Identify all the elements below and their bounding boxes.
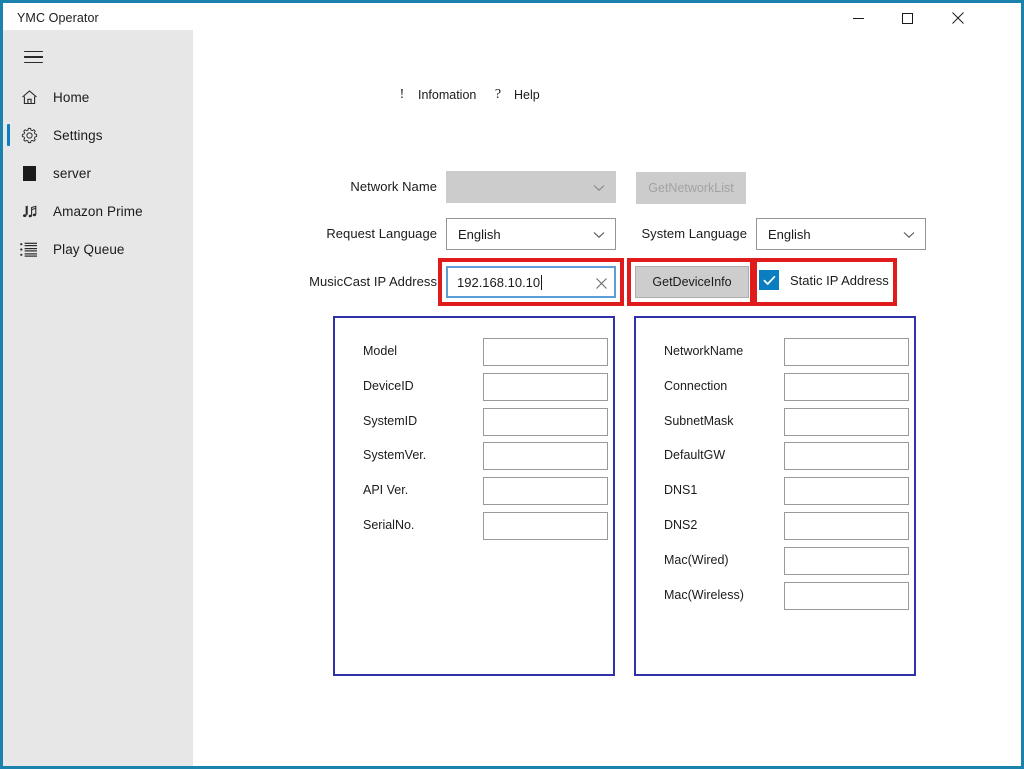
device-field-label: SerialNo. (363, 518, 415, 532)
checkmark-icon (763, 275, 775, 285)
network-field-input[interactable] (784, 442, 909, 471)
hamburger-menu-button[interactable] (11, 38, 55, 76)
device-info-panel: Model DeviceID SystemID SystemVer. API Ver. S… (333, 316, 615, 676)
square-icon (17, 154, 41, 192)
maximize-icon (901, 12, 913, 24)
network-field-input[interactable] (784, 477, 909, 506)
chevron-down-icon (903, 219, 915, 251)
network-field-label: DefaultGW (664, 448, 726, 463)
main-content: ! Infomation ? Help Network Name GetNetw… (193, 30, 1021, 766)
get-device-info-button[interactable]: GetDeviceInfo (635, 266, 749, 298)
system-language-combo[interactable]: English (756, 218, 926, 250)
help-button[interactable]: ? Help (490, 84, 540, 106)
title-bar: YMC Operator (3, 0, 1021, 30)
musiccast-ip-label: MusicCast IP Address (309, 274, 437, 289)
sidebar-item-home[interactable]: Home (3, 78, 193, 116)
help-label: Help (514, 88, 540, 102)
request-language-combo[interactable]: English (446, 218, 616, 250)
window-title: YMC Operator (17, 11, 99, 25)
device-field-input[interactable] (483, 512, 608, 540)
system-language-value: English (768, 226, 811, 242)
list-icon (17, 230, 41, 268)
clear-icon[interactable] (596, 268, 607, 298)
maximize-button[interactable] (884, 3, 930, 33)
navigation-sidebar: Home Settings server Amazon Prime Play Q… (3, 30, 193, 766)
network-field-input[interactable] (784, 512, 909, 540)
close-button[interactable] (935, 3, 981, 33)
device-field-input[interactable] (483, 372, 608, 401)
network-name-combo[interactable] (446, 171, 616, 203)
device-field-label: SystemID (363, 413, 418, 428)
device-field-label: DeviceID (363, 378, 414, 393)
information-button[interactable]: ! Infomation (394, 84, 477, 106)
static-ip-label: Static IP Address (790, 272, 889, 288)
sidebar-item-label: Amazon Prime (53, 203, 143, 219)
network-field-label: SubnetMask (664, 413, 734, 428)
minimize-icon (852, 17, 864, 19)
musiccast-ip-input[interactable]: 192.168.10.10 (446, 266, 616, 298)
sidebar-item-amazon-prime[interactable]: Amazon Prime (3, 192, 193, 230)
network-field-label: NetworkName (664, 344, 744, 358)
chevron-down-icon (593, 172, 605, 204)
network-name-label: Network Name (350, 179, 437, 194)
network-info-panel: NetworkName Connection SubnetMask DefaultGW… (634, 316, 916, 676)
sidebar-item-label: server (53, 165, 92, 181)
gear-icon (17, 116, 41, 154)
question-icon: ? (494, 87, 502, 102)
sidebar-item-label: Home (53, 89, 90, 105)
network-field-input[interactable] (784, 581, 909, 610)
music-note-icon (17, 192, 41, 230)
sidebar-item-server[interactable]: server (3, 154, 193, 192)
device-field-input[interactable] (483, 338, 608, 366)
sidebar-item-play-queue[interactable]: Play Queue (3, 230, 193, 268)
network-field-label: Connection (664, 378, 728, 393)
network-field-input[interactable] (784, 372, 909, 401)
device-field-input[interactable] (483, 477, 608, 506)
home-icon (17, 78, 41, 116)
information-label: Infomation (418, 88, 477, 102)
network-field-label: DNS1 (664, 483, 698, 498)
network-field-label: Mac(Wired) (664, 552, 729, 567)
static-ip-checkbox-row[interactable]: Static IP Address (759, 270, 889, 290)
application-window: YMC Operator Home Settings server Amazon… (0, 0, 1024, 769)
device-field-input[interactable] (483, 407, 608, 436)
device-field-label: API Ver. (363, 483, 409, 498)
device-field-label: SystemVer. (363, 448, 427, 463)
request-language-value: English (458, 226, 501, 242)
hamburger-icon (23, 47, 43, 68)
sidebar-item-label: Settings (53, 127, 103, 143)
request-language-label: Request Language (326, 226, 437, 241)
network-field-label: Mac(Wireless) (664, 587, 744, 602)
selection-indicator (7, 124, 10, 146)
minimize-button[interactable] (835, 3, 881, 33)
text-cursor (541, 274, 543, 290)
get-network-list-button[interactable]: GetNetworkList (636, 172, 746, 204)
network-field-input[interactable] (784, 338, 909, 366)
sidebar-item-label: Play Queue (53, 241, 125, 257)
network-field-label: DNS2 (664, 518, 698, 532)
device-field-input[interactable] (483, 442, 608, 471)
musiccast-ip-value: 192.168.10.10 (457, 274, 541, 290)
static-ip-checkbox[interactable] (759, 270, 779, 290)
sidebar-item-settings[interactable]: Settings (3, 116, 193, 154)
network-field-input[interactable] (784, 407, 909, 436)
network-field-input[interactable] (784, 546, 909, 575)
close-icon (952, 12, 964, 24)
system-language-label: System Language (641, 226, 747, 241)
device-field-label: Model (363, 344, 398, 358)
exclamation-icon: ! (399, 87, 405, 102)
